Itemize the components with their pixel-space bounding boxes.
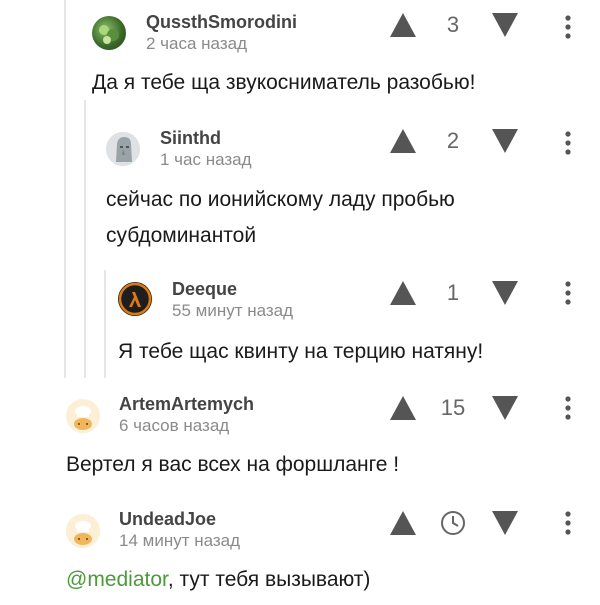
leaf-avatar-icon <box>99 25 119 44</box>
avatar[interactable] <box>66 514 100 548</box>
avatar[interactable] <box>92 16 126 50</box>
comment-author[interactable]: Deeque <box>172 279 237 300</box>
downvote-icon[interactable] <box>490 278 520 308</box>
default-chef-avatar-icon <box>66 514 100 548</box>
comment-time[interactable]: 14 минут назад <box>119 531 240 551</box>
comment-rating: 1 <box>446 280 460 305</box>
user-mention-link[interactable]: @mediator <box>66 568 168 591</box>
more-options-icon[interactable] <box>563 280 573 306</box>
upvote-icon[interactable] <box>388 393 418 423</box>
downvote-icon[interactable] <box>490 126 520 156</box>
comment-text: @mediator, тут тебя вызывают) <box>66 562 370 598</box>
avatar[interactable] <box>118 282 152 316</box>
default-chef-avatar-icon <box>66 399 100 433</box>
comment-text-line-2: субдоминантой <box>106 224 257 247</box>
comment-deeque: Deeque 55 минут назад 1 Я тебе щас квинт… <box>0 270 600 378</box>
comment-qussthsmorodini: QussthSmorodini 2 часа назад 3 Да я тебе… <box>0 0 600 100</box>
comment-rating: 15 <box>440 395 466 420</box>
more-options-icon[interactable] <box>563 395 573 421</box>
upvote-icon[interactable] <box>388 126 418 156</box>
comment-time[interactable]: 55 минут назад <box>172 301 293 321</box>
comment-rating: 2 <box>446 128 460 153</box>
downvote-icon[interactable] <box>490 10 520 40</box>
comment-artemartemych: ArtemArtemych 6 часов назад 15 Вертел я … <box>0 385 600 500</box>
comment-text: Да я тебе ща звукосниматель разобью! <box>92 71 476 94</box>
upvote-icon[interactable] <box>388 10 418 40</box>
comment-author[interactable]: Siinthd <box>160 128 221 149</box>
comment-text-line-1: сейчас по ионийскому ладу пробью <box>106 188 455 211</box>
comment-author[interactable]: ArtemArtemych <box>119 394 254 415</box>
upvote-icon[interactable] <box>388 508 418 538</box>
upvote-icon[interactable] <box>388 278 418 308</box>
avatar[interactable] <box>106 132 140 166</box>
comment-text: Вертел я вас всех на форшланге ! <box>66 453 400 476</box>
comment-time[interactable]: 2 часа назад <box>146 34 247 54</box>
more-options-icon[interactable] <box>563 510 573 536</box>
more-options-icon[interactable] <box>563 130 573 156</box>
comment-undeadjoe: UndeadJoe 14 минут назад @mediator, тут … <box>0 500 600 605</box>
comment-text: Я тебе щас квинту на терцию натяну! <box>118 340 484 363</box>
comment-rating: 3 <box>446 12 460 37</box>
comment-time[interactable]: 6 часов назад <box>119 416 229 436</box>
comment-siinthd: Siinthd 1 час назад 2 сейчас по ионийско… <box>0 118 600 268</box>
clock-icon <box>441 511 465 535</box>
moai-avatar-icon <box>106 132 140 166</box>
avatar[interactable] <box>66 399 100 433</box>
comment-time[interactable]: 1 час назад <box>160 150 252 170</box>
comment-author[interactable]: UndeadJoe <box>119 509 216 530</box>
half-life-avatar-icon <box>118 282 152 316</box>
comment-author[interactable]: QussthSmorodini <box>146 12 297 33</box>
downvote-icon[interactable] <box>490 393 520 423</box>
comment-text-after-mention: , тут тебя вызывают) <box>167 568 371 591</box>
downvote-icon[interactable] <box>490 508 520 538</box>
more-options-icon[interactable] <box>563 14 573 40</box>
